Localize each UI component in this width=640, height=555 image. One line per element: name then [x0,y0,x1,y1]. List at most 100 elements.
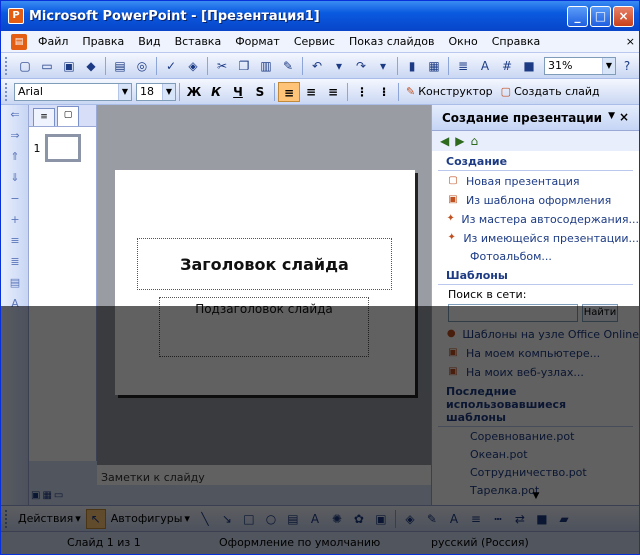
link-office-online-templates[interactable]: ● Шаблоны на узле Office Online [432,324,639,343]
show-formatting-icon[interactable]: A [475,56,495,76]
shadow-button[interactable]: S [249,82,271,102]
redo-dropdown-icon[interactable]: ▾ [373,56,393,76]
color-grayscale-icon[interactable]: ■ [519,56,539,76]
shadow-style-icon[interactable]: ■ [532,509,552,529]
underline-button[interactable]: Ч [227,82,249,102]
line-style-icon[interactable]: ≡ [466,509,486,529]
toolbar-grip[interactable] [5,509,10,528]
collapse-icon[interactable]: − [5,192,25,210]
link-on-my-computer[interactable]: ▣ На моем компьютере... [432,343,639,362]
chevron-down-icon[interactable]: ▼ [118,83,131,100]
undo-icon[interactable]: ↶ [307,56,327,76]
permission-icon[interactable]: ◆ [81,56,101,76]
tab-outline[interactable]: ≡ [33,108,55,126]
undo-dropdown-icon[interactable]: ▾ [329,56,349,76]
diagram-icon[interactable]: ✺ [327,509,347,529]
spelling-icon[interactable]: ✓ [161,56,181,76]
select-objects-icon[interactable]: ↖ [85,508,106,529]
line-color-icon[interactable]: ✎ [422,509,442,529]
powerpoint-app-icon[interactable]: P [8,8,24,24]
collapse-all-icon[interactable]: ≡ [5,234,25,252]
normal-view-icon[interactable]: ▣ [31,490,40,501]
link-autocontent-wizard[interactable]: ✦ Из мастера автосодержания... [432,209,639,228]
toolbar-grip[interactable] [5,82,10,101]
oval-icon[interactable]: ○ [261,509,281,529]
arrow-icon[interactable]: ↘ [217,509,237,529]
subtitle-placeholder[interactable]: Подзаголовок слайда [159,297,369,357]
template-search-input[interactable] [448,304,578,322]
document-icon[interactable]: ▤ [11,33,27,50]
chevron-down-icon[interactable]: ▼ [602,57,615,74]
fill-color-icon[interactable]: ◈ [400,509,420,529]
insert-chart-icon[interactable]: ▮ [402,56,422,76]
back-icon[interactable]: ◀ [440,134,449,148]
move-up-icon[interactable]: ⇑ [5,150,25,168]
italic-button[interactable]: К [205,82,227,102]
menu-insert[interactable]: Вставка [168,32,229,52]
chevron-down-icon[interactable]: ▼ [162,83,175,100]
task-pane-close-icon[interactable]: × [619,110,629,124]
align-center-icon[interactable]: ≡ [300,82,322,102]
show-grid-icon[interactable]: # [497,56,517,76]
cut-icon[interactable]: ✂ [212,56,232,76]
print-icon[interactable]: ▤ [110,56,130,76]
redo-icon[interactable]: ↷ [351,56,371,76]
expand-all-icon[interactable]: ≣ [453,56,473,76]
open-icon[interactable]: ▭ [37,56,57,76]
menu-view[interactable]: Вид [131,32,167,52]
link-on-my-web-sites[interactable]: ▣ На моих веб-узлах... [432,362,639,381]
picture-icon[interactable]: ▣ [371,509,391,529]
zoom-select[interactable]: 31% ▼ [544,56,616,75]
recent-template-item[interactable]: Сотрудничество.pot [432,463,639,481]
menu-file[interactable]: Файл [31,32,75,52]
home-icon[interactable]: ⌂ [470,134,478,148]
rectangle-icon[interactable]: □ [239,509,259,529]
link-new-presentation[interactable]: ▢ Новая презентация [432,171,639,190]
bullets-icon[interactable]: ⁝ [373,82,395,102]
title-bar[interactable]: P Microsoft PowerPoint - [Презентация1] … [1,1,639,31]
search-button[interactable]: Найти [582,304,618,322]
designer-button[interactable]: ✎ Конструктор [402,85,497,98]
link-existing-presentation[interactable]: ✦ Из имеющейся презентации... [432,228,639,247]
align-right-icon[interactable]: ≡ [322,82,344,102]
menu-tools[interactable]: Сервис [287,32,342,52]
menu-slideshow[interactable]: Показ слайдов [342,32,442,52]
close-button[interactable]: × [613,6,634,27]
scroll-down-icon[interactable]: ▼ [432,491,639,501]
menu-window[interactable]: Окно [442,32,485,52]
autoshapes-menu[interactable]: Автофигуры ▾ [107,512,194,525]
font-select[interactable]: Arial ▼ [14,82,132,101]
expand-icon[interactable]: + [5,213,25,231]
demote-icon[interactable]: ⇒ [5,129,25,147]
slide-sorter-view-icon[interactable]: ▦ [42,490,51,501]
bold-button[interactable]: Ж [183,82,205,102]
slide[interactable]: Заголовок слайда Подзаголовок слайда [115,170,415,395]
promote-icon[interactable]: ⇐ [5,108,25,126]
menu-format[interactable]: Формат [228,32,287,52]
research-icon[interactable]: ◈ [183,56,203,76]
font-size-select[interactable]: 18 ▼ [136,82,176,101]
print-preview-icon[interactable]: ◎ [132,56,152,76]
title-placeholder[interactable]: Заголовок слайда [137,238,392,290]
link-photo-album[interactable]: Фотоальбом... [432,247,639,265]
move-down-icon[interactable]: ⇓ [5,171,25,189]
arrow-style-icon[interactable]: ⇄ [510,509,530,529]
actions-menu[interactable]: Действия ▾ [14,512,85,525]
show-formatting-icon[interactable]: A [5,297,25,315]
close-document-button[interactable]: × [626,35,635,48]
slide-thumbnail[interactable] [45,134,81,162]
toolbar-grip[interactable] [5,56,10,75]
numbering-icon[interactable]: ⋮ [351,82,373,102]
recent-template-item[interactable]: Соревнование.pot [432,427,639,445]
format-painter-icon[interactable]: ✎ [278,56,298,76]
minimize-button[interactable]: _ [567,6,588,27]
copy-icon[interactable]: ❐ [234,56,254,76]
textbox-icon[interactable]: ▤ [283,509,303,529]
paste-icon[interactable]: ▥ [256,56,276,76]
menu-help[interactable]: Справка [485,32,547,52]
recent-template-item[interactable]: Океан.pot [432,445,639,463]
font-color-icon[interactable]: A [444,509,464,529]
save-icon[interactable]: ▣ [59,56,79,76]
3d-style-icon[interactable]: ▰ [554,509,574,529]
help-icon[interactable]: ? [617,56,637,76]
